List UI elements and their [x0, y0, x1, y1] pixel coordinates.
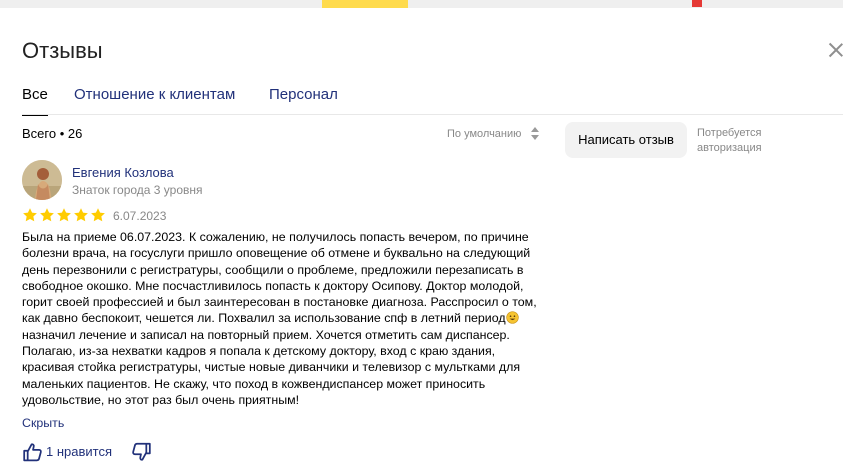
thumbs-down-icon[interactable] — [131, 441, 152, 463]
browser-top-strip — [0, 0, 843, 8]
star-icon — [40, 208, 54, 222]
smiley-icon — [505, 311, 519, 325]
tab-label: Персонал — [269, 86, 338, 103]
review-author-name[interactable]: Евгения Козлова — [72, 165, 174, 180]
tab-all[interactable]: Все — [22, 86, 48, 116]
like-count[interactable]: 1 нравится — [46, 444, 112, 459]
star-icon — [91, 208, 105, 222]
tab-label: Все — [22, 86, 48, 103]
tab-label: Отношение к клиентам — [74, 86, 236, 103]
background-search-button — [322, 0, 408, 8]
thumbs-up-icon[interactable] — [22, 441, 43, 463]
star-icon — [23, 208, 37, 222]
avatar[interactable] — [22, 160, 62, 200]
close-icon[interactable] — [827, 41, 843, 59]
write-review-button[interactable]: Написать отзыв — [565, 122, 687, 158]
collapse-link[interactable]: Скрыть — [22, 416, 64, 430]
auth-required-note: Потребуется авторизация — [697, 127, 762, 154]
reviews-total: Всего • 26 — [22, 126, 83, 141]
star-icon — [74, 208, 88, 222]
sort-dropdown[interactable]: По умолчанию — [447, 128, 521, 140]
tab-customer-attitude[interactable]: Отношение к клиентам — [74, 86, 235, 103]
page-title: Отзывы — [22, 38, 103, 63]
review-author-level: Знаток города 3 уровня — [72, 183, 203, 197]
tabs-divider — [22, 114, 843, 115]
background-logo — [692, 0, 702, 7]
star-icon — [57, 208, 71, 222]
review-text: Была на приеме 06.07.2023. К сожалению, … — [22, 230, 537, 407]
tab-staff[interactable]: Персонал — [269, 86, 338, 103]
review-date: 6.07.2023 — [113, 209, 167, 223]
sort-arrows-icon[interactable] — [530, 127, 540, 141]
